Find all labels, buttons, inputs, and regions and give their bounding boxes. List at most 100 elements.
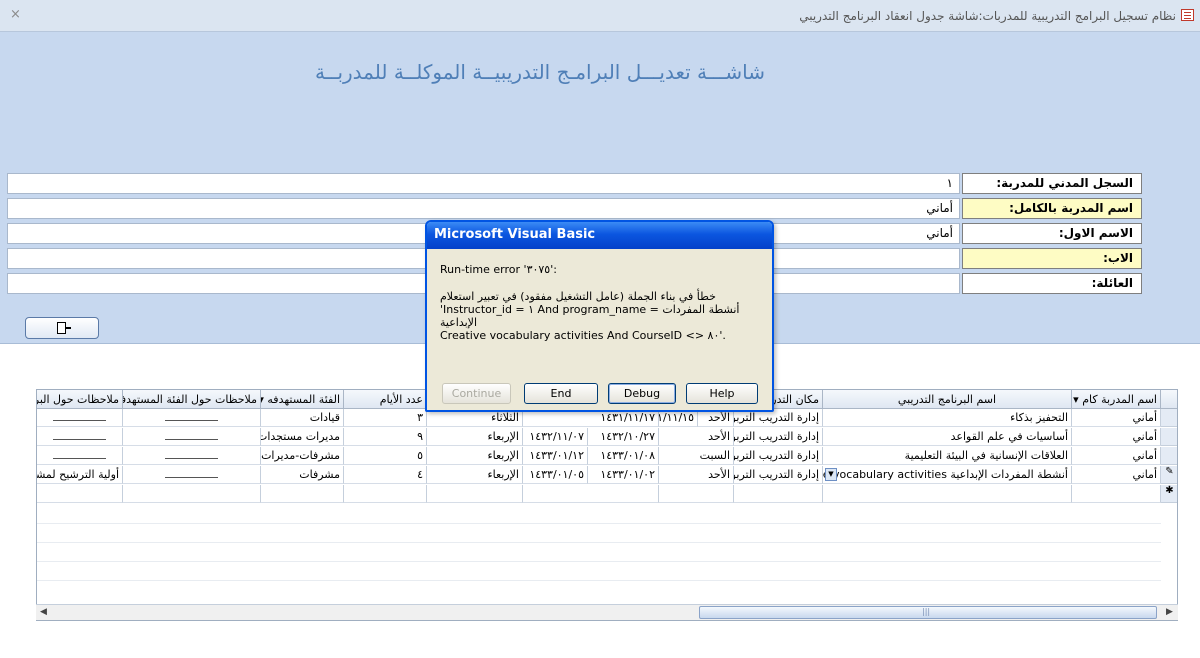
table-cell-trainer[interactable]: أماني bbox=[1072, 447, 1161, 465]
column-header-notes[interactable]: ملاحظات حول البرنامج bbox=[37, 390, 123, 409]
table-cell-end-day[interactable]: الإربعاء bbox=[427, 466, 523, 484]
column-header-audience[interactable]: الفئة المستهدفه ▾ bbox=[261, 390, 344, 409]
table-cell-end-date[interactable]: ١٤٣٣/٠١/١٢ bbox=[523, 447, 588, 465]
row-selector[interactable] bbox=[1161, 447, 1177, 465]
dialog-title: Microsoft Visual Basic bbox=[427, 222, 772, 249]
table-cell-audience-notes[interactable] bbox=[123, 466, 261, 484]
error-message-line: 'Instructor_id = ١ And program_name = أن… bbox=[440, 303, 740, 329]
horizontal-scrollbar[interactable]: ◀ ||| ▶ bbox=[36, 604, 1178, 620]
exit-button[interactable] bbox=[25, 317, 99, 339]
error-dialog: Microsoft Visual Basic Run-time error '٣… bbox=[425, 220, 774, 412]
column-header-audience-notes[interactable]: ملاحظات حول الفئة المستهدفة ▾ bbox=[123, 390, 261, 409]
row-selector[interactable] bbox=[1161, 428, 1177, 446]
table-cell-start-date[interactable] bbox=[523, 485, 659, 503]
column-header-days[interactable]: عدد الأيام bbox=[344, 390, 427, 409]
table-cell-days[interactable] bbox=[344, 485, 427, 503]
table-cell-program-combo[interactable]: أنشطة المفردات الإبداعية Creative vocabu… bbox=[823, 466, 1072, 484]
table-cell-place[interactable]: إدارة التدريب التربوي bbox=[734, 466, 823, 484]
chevron-down-icon[interactable]: ▼ bbox=[825, 468, 837, 481]
window-title: نظام تسجيل البرامج التدريبية للمدربات:شا… bbox=[799, 9, 1176, 23]
error-code: Run-time error '٣٠٧٥': bbox=[440, 263, 557, 276]
table-cell-days[interactable]: ٣ bbox=[344, 409, 427, 427]
table-cell-start-date[interactable]: ١٤٣٢/١٠/٢٧ bbox=[588, 428, 659, 446]
table-cell-notes[interactable] bbox=[37, 409, 123, 427]
table-cell-start-day[interactable]: الأحد bbox=[659, 428, 734, 446]
audience-notes-field[interactable] bbox=[165, 411, 218, 421]
table-cell-end-date[interactable]: ١٤٣٢/١١/٠٧ bbox=[523, 428, 588, 446]
table-cell-audience[interactable] bbox=[261, 485, 344, 503]
civil-id-field[interactable]: ١ bbox=[7, 173, 960, 194]
audience-notes-field[interactable] bbox=[165, 449, 218, 459]
grid-line bbox=[37, 542, 1161, 543]
table-cell-start-day[interactable]: الأحد bbox=[659, 466, 734, 484]
table-cell-notes[interactable] bbox=[37, 447, 123, 465]
table-cell-days[interactable]: ٩ bbox=[344, 428, 427, 446]
table-cell-days[interactable]: ٥ bbox=[344, 447, 427, 465]
family-name-label: العائلة: bbox=[962, 273, 1142, 294]
table-cell-start-date[interactable]: ١٤٣٣/٠١/٠٢ bbox=[588, 466, 659, 484]
form-icon bbox=[1181, 9, 1194, 21]
table-cell-audience[interactable]: قيادات bbox=[261, 409, 344, 427]
table-cell-notes[interactable] bbox=[37, 485, 123, 503]
table-cell-audience[interactable]: مشرفات-مديرات- bbox=[261, 447, 344, 465]
table-cell-notes[interactable]: أولية الترشيح لمشرفات bbox=[37, 466, 123, 484]
notes-field[interactable] bbox=[53, 411, 106, 421]
scrollbar-thumb[interactable]: ||| bbox=[699, 606, 1157, 619]
table-cell-days[interactable]: ٤ bbox=[344, 466, 427, 484]
table-cell-audience-notes[interactable] bbox=[123, 485, 261, 503]
notes-field[interactable] bbox=[53, 449, 106, 459]
audience-notes-field[interactable] bbox=[165, 468, 218, 478]
father-name-label: الاب: bbox=[962, 248, 1142, 269]
column-header-trainer[interactable]: اسم المدربة كام ▾ bbox=[1072, 390, 1161, 409]
table-cell-audience[interactable]: مشرفات bbox=[261, 466, 344, 484]
scrollbar-grip: ||| bbox=[922, 607, 931, 616]
help-button[interactable]: Help bbox=[686, 383, 758, 404]
table-cell-program[interactable] bbox=[823, 485, 1072, 503]
window-titlebar: نظام تسجيل البرامج التدريبية للمدربات:شا… bbox=[0, 0, 1200, 32]
table-cell-start-day[interactable] bbox=[659, 485, 734, 503]
grid-line bbox=[37, 523, 1161, 524]
end-button[interactable]: End bbox=[524, 383, 598, 404]
table-cell-place[interactable] bbox=[734, 485, 823, 503]
table-cell-end-day[interactable]: الإربعاء bbox=[427, 447, 523, 465]
exit-door-icon bbox=[57, 322, 71, 334]
row-selector[interactable] bbox=[1161, 409, 1177, 427]
full-name-label: اسم المدربة بالكامل: bbox=[962, 198, 1142, 219]
table-cell-start-date[interactable]: ١٤٣٣/٠١/٠٨ bbox=[588, 447, 659, 465]
table-cell-audience-notes[interactable] bbox=[123, 409, 261, 427]
error-message-line: Creative vocabulary activities And Cours… bbox=[440, 329, 726, 342]
table-cell-trainer[interactable]: أماني bbox=[1072, 428, 1161, 446]
table-cell-end-day[interactable] bbox=[427, 485, 523, 503]
training-programs-grid[interactable]: اسم المدربة كام ▾ اسم البرنامج التدريبي … bbox=[36, 389, 1178, 621]
table-cell-program[interactable]: التحفيز بذكاء bbox=[823, 409, 1072, 427]
scroll-left-icon[interactable]: ◀ bbox=[40, 607, 47, 617]
row-selector-editing[interactable]: ✎ bbox=[1161, 466, 1177, 484]
table-cell-end-day[interactable]: الإربعاء bbox=[427, 428, 523, 446]
table-cell-trainer[interactable]: أماني bbox=[1072, 409, 1161, 427]
table-cell-place[interactable]: إدارة التدريب التربوي bbox=[734, 428, 823, 446]
table-cell-audience[interactable]: مديرات مستجدات bbox=[261, 428, 344, 446]
debug-button[interactable]: Debug bbox=[608, 383, 676, 404]
table-cell-trainer[interactable] bbox=[1072, 485, 1161, 503]
table-cell-notes[interactable] bbox=[37, 428, 123, 446]
table-cell-place[interactable]: إدارة التدريب التربوي bbox=[734, 447, 823, 465]
civil-id-label: السجل المدني للمدربة: bbox=[962, 173, 1142, 194]
close-icon[interactable]: × bbox=[10, 7, 21, 22]
column-header-program[interactable]: اسم البرنامج التدريبي bbox=[823, 390, 1072, 409]
form-heading: شاشـــة تعديـــل البرامـج التدريبيــة ال… bbox=[315, 60, 765, 84]
continue-button: Continue bbox=[442, 383, 511, 404]
grid-line bbox=[37, 580, 1161, 581]
new-record-selector[interactable]: ✱ bbox=[1161, 485, 1177, 503]
audience-notes-field[interactable] bbox=[165, 430, 218, 440]
table-cell-program[interactable]: أساسيات في علم القواعد bbox=[823, 428, 1072, 446]
full-name-field[interactable]: أماني bbox=[7, 198, 960, 219]
table-cell-start-day[interactable]: السبت bbox=[659, 447, 734, 465]
table-cell-audience-notes[interactable] bbox=[123, 428, 261, 446]
table-cell-program[interactable]: العلاقات الإنسانية في البيئة التعليمية bbox=[823, 447, 1072, 465]
select-all-header[interactable] bbox=[1161, 390, 1177, 409]
table-cell-end-date[interactable]: ١٤٣٣/٠١/٠٥ bbox=[523, 466, 588, 484]
table-cell-audience-notes[interactable] bbox=[123, 447, 261, 465]
table-cell-trainer[interactable]: أماني bbox=[1072, 466, 1161, 484]
scroll-right-icon[interactable]: ▶ bbox=[1166, 607, 1173, 617]
notes-field[interactable] bbox=[53, 430, 106, 440]
